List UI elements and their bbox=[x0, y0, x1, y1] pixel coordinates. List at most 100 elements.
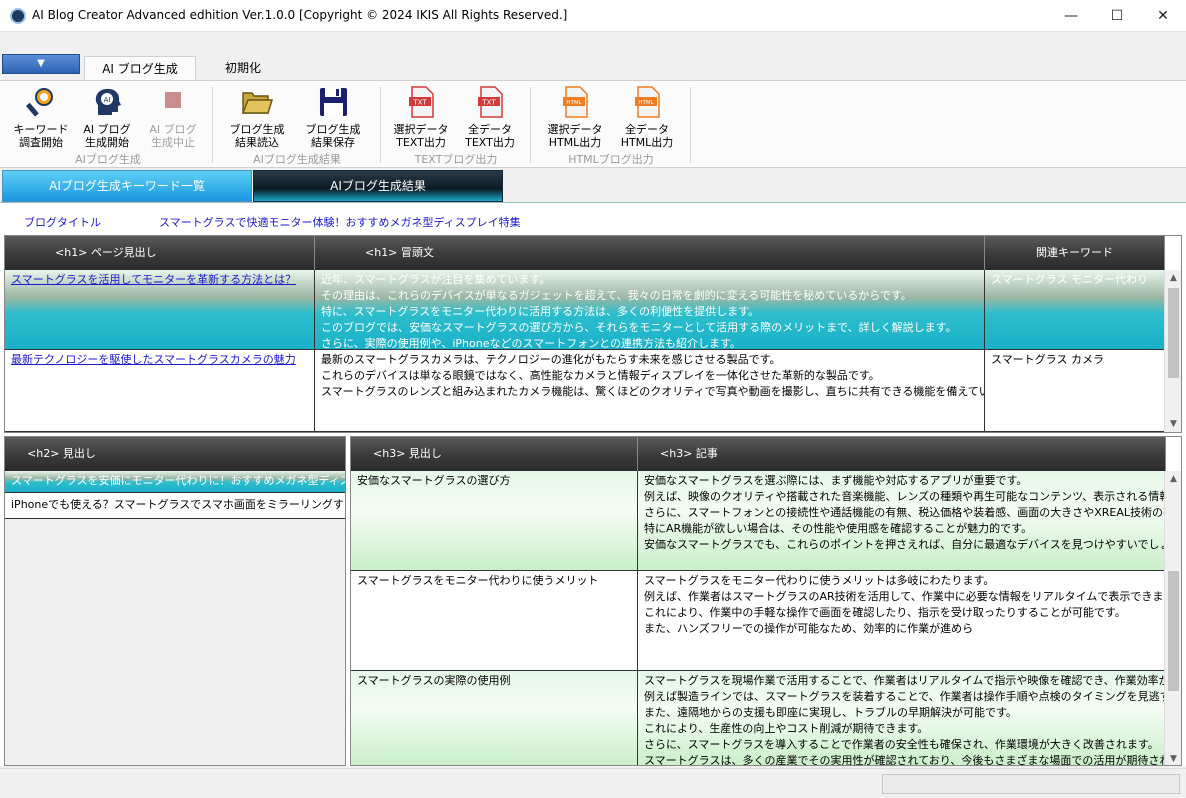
text-export-selected-button[interactable]: TXT 選択データ TEXT出力 bbox=[386, 85, 456, 149]
html-export-all-button[interactable]: HTML 全データ HTML出力 bbox=[612, 85, 682, 149]
scroll-up-icon[interactable]: ▲ bbox=[1165, 270, 1181, 286]
h3-row-article[interactable]: スマートグラスを現場作業で活用することで、作業者はリアルタイムで指示や映像を確認… bbox=[638, 671, 1166, 766]
svg-text:TXT: TXT bbox=[412, 99, 427, 107]
scroll-thumb[interactable] bbox=[1168, 288, 1179, 378]
row-heading-link[interactable]: 最新テクノロジーを駆使したスマートグラスカメラの魅力 bbox=[11, 353, 296, 366]
status-bar bbox=[0, 768, 1186, 798]
intro-line: これらのデバイスは単なる眼鏡ではなく、高性能なカメラと情報ディスプレイを一体化さ… bbox=[321, 369, 880, 382]
h3-grid-scrollbar[interactable]: ▲ ▼ bbox=[1164, 471, 1181, 765]
intro-line: 特に、スマートグラスをモニター代わりに活用する方法は、多くの利便性を提供します。 bbox=[321, 305, 760, 318]
table-row-heading[interactable]: 最新テクノロジーを駆使したスマートグラスカメラの魅力 bbox=[5, 350, 315, 432]
txt-file-icon: TXT bbox=[478, 86, 503, 118]
close-button[interactable]: ✕ bbox=[1140, 0, 1186, 32]
article-line: スマートグラスをモニター代わりに使うメリットは多岐にわたります。 bbox=[644, 574, 995, 587]
keyword-research-label-2: 調査開始 bbox=[19, 136, 63, 149]
scroll-up-icon[interactable]: ▲ bbox=[1165, 471, 1181, 487]
blog-title-value[interactable]: スマートグラスで快適モニター体験！おすすめメガネ型ディスプレイ特集 bbox=[159, 214, 521, 230]
stop-icon bbox=[165, 92, 181, 108]
h3-row-heading[interactable]: 安価なスマートグラスの選び方 bbox=[351, 471, 638, 571]
article-line: これにより、生産性の向上やコスト削減が期待できます。 bbox=[644, 722, 929, 735]
html-export-selected-label-1: 選択データ bbox=[547, 123, 603, 136]
group-label-html: HTMLブログ出力 bbox=[568, 153, 654, 166]
article-line: 例えば製造ラインでは、スマートグラスを装着することで、作業者は操作手順や点検のタ… bbox=[644, 690, 1165, 703]
html-export-selected-button[interactable]: HTML 選択データ HTML出力 bbox=[540, 85, 610, 149]
column-header-h1-heading[interactable]: <h1> ページ見出し bbox=[5, 236, 315, 270]
article-line: 安価なスマートグラスを選ぶ際には、まず機能や対応するアプリが重要です。 bbox=[644, 474, 1028, 487]
ai-blog-stop-label-1: AI ブログ bbox=[149, 123, 197, 136]
text-export-all-button[interactable]: TXT 全データ TEXT出力 bbox=[455, 85, 525, 149]
minimize-button[interactable]: — bbox=[1048, 0, 1094, 32]
column-header-h3-article[interactable]: <h3> 記事 bbox=[638, 437, 1166, 471]
article-line: さらに、スマートフォンとの接続性や通話機能の有無、税込価格や装着感、画面の大きさ… bbox=[644, 506, 1166, 519]
tab-initialize[interactable]: 初期化 bbox=[200, 56, 286, 80]
h2-grid: <h2> 見出し スマートグラスを安価にモニター代わりに！おすすめメガネ型ディス… bbox=[4, 436, 346, 766]
load-results-label-2: 結果読込 bbox=[235, 136, 279, 149]
intro-line: スマートグラスのレンズと組み込まれたカメラ機能は、驚くほどのクオリティで写真や動… bbox=[321, 385, 985, 398]
tab-generation-results[interactable]: AIブログ生成結果 bbox=[253, 170, 503, 202]
ai-blog-stop-label-2: 生成中止 bbox=[151, 136, 195, 149]
table-row-intro[interactable]: 最新のスマートグラスカメラは、テクノロジーの進化がもたらす未来を感じさせる製品で… bbox=[315, 350, 985, 432]
h3-grid: <h3> 見出し <h3> 記事 安価なスマートグラスの選び方 安価なスマートグ… bbox=[350, 436, 1182, 766]
table-row-keywords[interactable]: スマートグラス カメラ bbox=[985, 350, 1165, 432]
column-header-h3-heading[interactable]: <h3> 見出し bbox=[351, 437, 638, 471]
article-line: 例えば、作業者はスマートグラスのAR技術を活用して、作業中に必要な情報をリアルタ… bbox=[644, 590, 1166, 603]
load-results-button[interactable]: ブログ生成 結果読込 bbox=[222, 85, 292, 149]
text-export-selected-label-1: 選択データ bbox=[393, 123, 449, 136]
table-row-keywords[interactable]: スマートグラス モニター代わり bbox=[985, 270, 1165, 350]
svg-text:HTML: HTML bbox=[566, 100, 582, 106]
column-header-h2[interactable]: <h2> 見出し bbox=[5, 437, 345, 471]
window-title: AI Blog Creator Advanced edhition Ver.1.… bbox=[32, 8, 568, 22]
save-results-label-2: 結果保存 bbox=[311, 136, 355, 149]
article-line: 例えば、映像のクオリティや搭載された音楽機能、レンズの種類や再生可能なコンテンツ… bbox=[644, 490, 1166, 503]
ai-blog-start-label-1: AI ブログ bbox=[83, 123, 131, 136]
h2-list-item[interactable]: iPhoneでも使える？スマートグラスでスマホ画面をミラーリングする方法 bbox=[5, 493, 345, 519]
txt-file-icon: TXT bbox=[409, 86, 434, 118]
table-row-heading[interactable]: スマートグラスを活用してモニターを革新する方法とは？ bbox=[5, 270, 315, 350]
h2-list-item[interactable]: スマートグラスを安価にモニター代わりに！おすすめメガネ型ディスプレイとは bbox=[5, 471, 345, 493]
file-menu-button[interactable]: ▼ bbox=[2, 54, 80, 74]
ai-blog-start-button[interactable]: AI AI ブログ 生成開始 bbox=[72, 85, 142, 149]
ai-blog-stop-button[interactable]: AI ブログ 生成中止 bbox=[138, 85, 208, 149]
status-progress-panel bbox=[882, 774, 1180, 794]
save-results-button[interactable]: ブログ生成 結果保存 bbox=[298, 85, 368, 149]
h1-grid: <h1> ページ見出し <h1> 冒頭文 関連キーワード スマートグラスを活用し… bbox=[4, 235, 1182, 433]
ai-blog-start-label-2: 生成開始 bbox=[85, 136, 129, 149]
column-header-h1-intro[interactable]: <h1> 冒頭文 bbox=[315, 236, 985, 270]
text-export-all-label-2: TEXT出力 bbox=[465, 136, 515, 149]
maximize-button[interactable]: ☐ bbox=[1094, 0, 1140, 32]
html-export-selected-label-2: HTML出力 bbox=[548, 136, 602, 149]
group-label-text: TEXTブログ出力 bbox=[414, 153, 498, 166]
h3-row-article[interactable]: スマートグラスをモニター代わりに使うメリットは多岐にわたります。 例えば、作業者… bbox=[638, 571, 1166, 671]
svg-text:HTML: HTML bbox=[638, 100, 654, 106]
h3-row-article[interactable]: 安価なスマートグラスを選ぶ際には、まず機能や対応するアプリが重要です。 例えば、… bbox=[638, 471, 1166, 571]
intro-line: このブログでは、安価なスマートグラスの選び方から、それらをモニターとして活用する… bbox=[321, 321, 957, 334]
ai-head-icon: AI bbox=[95, 88, 121, 115]
title-bar: AI Blog Creator Advanced edhition Ver.1.… bbox=[0, 0, 1186, 32]
group-separator bbox=[690, 87, 691, 163]
html-file-icon: HTML bbox=[563, 86, 588, 118]
keyword-research-button[interactable]: キーワード 調査開始 bbox=[6, 85, 76, 149]
article-line: スマートグラスは、多くの産業でその実用性が確認されており、今後もさまざまな場面で… bbox=[644, 754, 1166, 766]
group-separator bbox=[530, 87, 531, 163]
table-row-intro[interactable]: 近年、スマートグラスが注目を集めています。 その理由は、これらのデバイスが単なる… bbox=[315, 270, 985, 350]
tab-keyword-list[interactable]: AIブログ生成キーワード一覧 bbox=[2, 170, 252, 202]
save-results-label-1: ブログ生成 bbox=[305, 123, 361, 136]
app-logo-icon bbox=[10, 8, 26, 24]
intro-line: 近年、スマートグラスが注目を集めています。 bbox=[321, 273, 551, 286]
article-line: 安価なスマートグラスでも、これらのポイントを押さえれば、自分に最適なデバイスを見… bbox=[644, 538, 1166, 551]
open-folder-icon bbox=[241, 92, 274, 114]
article-line: 特にAR機能が欲しい場合は、その性能や使用感を確認することが魅力的です。 bbox=[644, 522, 1033, 535]
scroll-down-icon[interactable]: ▼ bbox=[1165, 751, 1181, 765]
column-header-keywords[interactable]: 関連キーワード bbox=[985, 236, 1165, 270]
scroll-thumb[interactable] bbox=[1168, 571, 1179, 691]
h3-row-heading[interactable]: スマートグラスの実際の使用例 bbox=[351, 671, 638, 765]
row-heading-link[interactable]: スマートグラスを活用してモニターを革新する方法とは？ bbox=[11, 273, 296, 286]
results-panel: ブログタイトル スマートグラスで快適モニター体験！おすすめメガネ型ディスプレイ特… bbox=[0, 202, 1186, 766]
group-label-results: AIブログ生成結果 bbox=[253, 153, 341, 166]
tab-ai-blog[interactable]: AI ブログ生成 bbox=[84, 56, 196, 80]
article-line: また、ハンズフリーでの操作が可能なため、効率的に作業が進めら bbox=[644, 622, 974, 635]
h3-row-heading[interactable]: スマートグラスをモニター代わりに使うメリット bbox=[351, 571, 638, 671]
h1-grid-scrollbar[interactable]: ▲ ▼ bbox=[1164, 270, 1181, 432]
scroll-down-icon[interactable]: ▼ bbox=[1165, 416, 1181, 432]
keyword-research-label-1: キーワード bbox=[13, 123, 69, 136]
